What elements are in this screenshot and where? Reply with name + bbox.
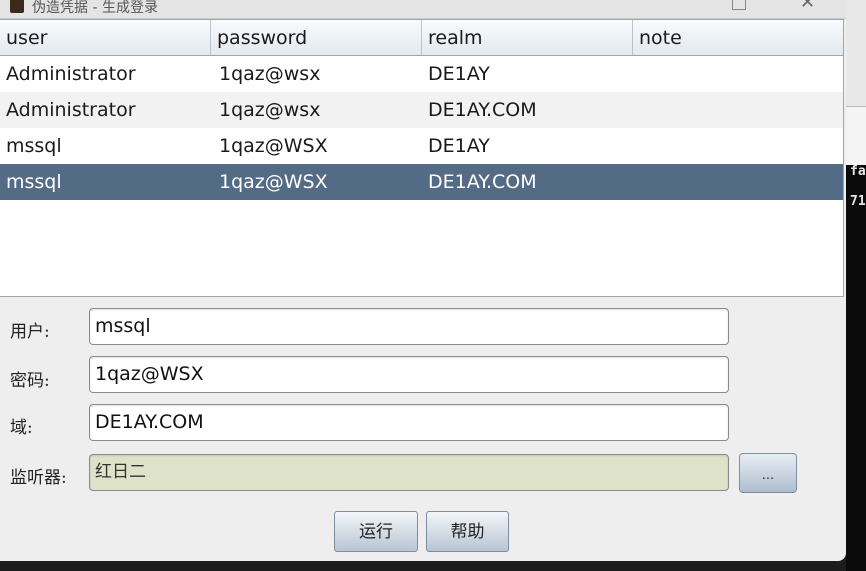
credentials-dialog: 伪造凭据 - 生成登录 ✕ user password realm note A… [0, 0, 846, 561]
run-button[interactable]: 运行 [334, 511, 418, 552]
password-label: 密码: [10, 371, 50, 391]
table-row[interactable]: Administrator 1qaz@wsx DE1AY [0, 56, 843, 92]
table-row-selected[interactable]: mssql 1qaz@WSX DE1AY.COM [0, 164, 843, 200]
cell-realm: DE1AY [428, 135, 490, 157]
cell-realm: DE1AY.COM [428, 171, 537, 193]
cell-realm: DE1AY [428, 63, 490, 85]
column-header-password[interactable]: password [211, 20, 422, 55]
cell-note [633, 92, 639, 128]
cell-note [633, 128, 639, 164]
table-header: user password realm note [0, 20, 843, 56]
table-row[interactable]: mssql 1qaz@WSX DE1AY [0, 128, 843, 164]
user-label: 用户: [10, 322, 50, 342]
background-window-panel [846, 106, 866, 165]
close-icon[interactable]: ✕ [800, 0, 815, 13]
listener-label: 监听器: [10, 468, 67, 488]
title-bar: 伪造凭据 - 生成登录 ✕ [0, 0, 846, 19]
cell-user: mssql [6, 135, 62, 157]
help-button[interactable]: 帮助 [426, 511, 509, 552]
cell-user: Administrator [6, 99, 136, 121]
cell-user: mssql [6, 171, 62, 193]
cell-realm: DE1AY.COM [428, 99, 537, 121]
browse-listener-button[interactable]: ... [739, 453, 797, 493]
cell-password: 1qaz@WSX [219, 135, 328, 157]
password-field[interactable]: 1qaz@WSX [89, 356, 729, 393]
cell-note [633, 56, 639, 92]
domain-field[interactable]: DE1AY.COM [89, 404, 729, 441]
cell-user: Administrator [6, 63, 136, 85]
terminal-text: fa [850, 164, 866, 179]
listener-field[interactable]: 红日二 [89, 454, 729, 491]
column-header-realm[interactable]: realm [422, 20, 633, 55]
cell-note [633, 164, 639, 200]
column-header-user[interactable]: user [0, 20, 211, 55]
cell-password: 1qaz@wsx [219, 63, 321, 85]
domain-label: 域: [10, 418, 33, 438]
user-field[interactable]: mssql [89, 308, 729, 345]
app-icon [10, 0, 24, 13]
cell-password: 1qaz@wsx [219, 99, 321, 121]
terminal-text: 71 [850, 194, 866, 209]
credentials-table[interactable]: user password realm note Administrator 1… [0, 19, 844, 297]
background-window [846, 0, 866, 106]
maximize-icon[interactable] [732, 0, 746, 10]
background-terminal: fa 71 [846, 0, 866, 571]
window-title: 伪造凭据 - 生成登录 [32, 0, 158, 16]
column-header-note[interactable]: note [633, 20, 843, 55]
cell-password: 1qaz@WSX [219, 171, 328, 193]
table-row[interactable]: Administrator 1qaz@wsx DE1AY.COM [0, 92, 843, 128]
